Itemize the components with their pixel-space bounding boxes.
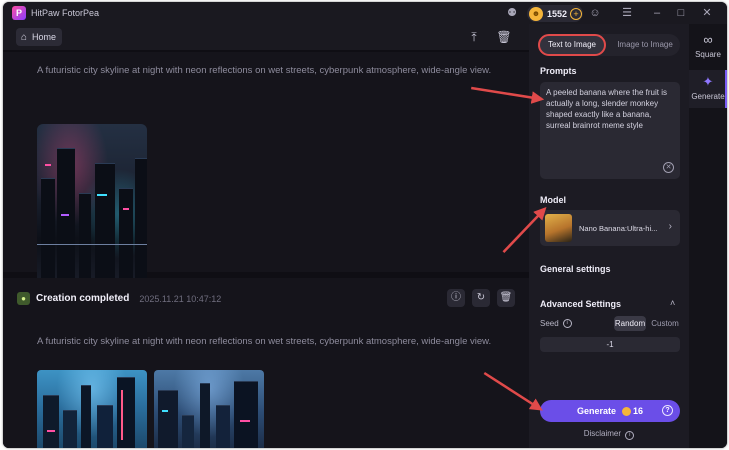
info-icon: i bbox=[625, 431, 635, 440]
status-row: ● Creation completed 2025.11.21 10:47:12 bbox=[17, 292, 221, 305]
prompt-text: A peeled banana where the fruit is actua… bbox=[546, 88, 667, 130]
rail-item-label: Generate bbox=[691, 92, 725, 101]
rail-item-generate[interactable]: ✦ Generate bbox=[689, 70, 727, 108]
disclaimer-link[interactable]: Disclaimer i bbox=[529, 429, 689, 440]
coin-icon bbox=[622, 406, 631, 416]
rail-item-square[interactable]: ∞ Square bbox=[689, 30, 727, 64]
card-prompt: A futuristic city skyline at night with … bbox=[37, 65, 492, 76]
generate-cost: 16 bbox=[633, 406, 644, 416]
help-icon[interactable]: ? bbox=[662, 405, 673, 416]
seed-label: Seed i bbox=[540, 319, 572, 328]
rail-item-label: Square bbox=[695, 50, 721, 59]
advanced-settings-title[interactable]: Advanced Settings bbox=[540, 299, 621, 309]
user-icon[interactable]: ☺ bbox=[588, 6, 602, 20]
active-indicator bbox=[725, 70, 727, 108]
discord-icon[interactable]: ⚉ bbox=[505, 6, 519, 20]
model-title: Model bbox=[540, 195, 566, 205]
right-rail: ∞ Square ✦ Generate bbox=[689, 24, 727, 448]
trash-icon[interactable]: 🗑 bbox=[496, 28, 512, 46]
seed-random-option[interactable]: Random bbox=[614, 316, 646, 331]
minimize-icon[interactable]: – bbox=[650, 6, 664, 20]
status-title: Creation completed bbox=[36, 293, 130, 304]
general-settings-title[interactable]: General settings bbox=[540, 264, 611, 274]
seed-value-field[interactable]: -1 bbox=[540, 337, 680, 352]
prompts-title: Prompts bbox=[540, 66, 577, 76]
info-icon[interactable]: i bbox=[562, 319, 572, 328]
grid-icon: ∞ bbox=[703, 32, 713, 47]
sparkle-icon: ✦ bbox=[702, 74, 714, 89]
generated-image[interactable] bbox=[37, 370, 147, 448]
coin-count: 1552 bbox=[547, 8, 568, 19]
main-area: ⌂ Home ⤒ 🗑 A futuristic city skyline at … bbox=[3, 24, 529, 448]
home-icon: ⌂ bbox=[21, 31, 28, 43]
close-icon[interactable]: ✕ bbox=[700, 6, 714, 20]
status-icon: ● bbox=[17, 292, 30, 305]
mode-switch: Text to Image Image to Image bbox=[538, 34, 680, 56]
chevron-right-icon: › bbox=[668, 221, 672, 232]
regenerate-icon[interactable]: ↻ bbox=[472, 289, 490, 307]
model-thumbnail bbox=[545, 214, 572, 242]
main-toolbar: ⌂ Home ⤒ 🗑 bbox=[3, 24, 529, 50]
tab-image-to-image[interactable]: Image to Image bbox=[610, 34, 680, 56]
generate-label: Generate bbox=[576, 406, 616, 416]
generated-image[interactable] bbox=[154, 370, 264, 448]
delete-icon[interactable]: 🗑 bbox=[497, 289, 515, 307]
tab-text-to-image[interactable]: Text to Image bbox=[538, 34, 606, 56]
coin-icon: ☻ bbox=[529, 6, 543, 21]
info-icon[interactable]: ⓘ bbox=[447, 289, 465, 307]
home-button[interactable]: ⌂ Home bbox=[16, 28, 63, 46]
plus-icon[interactable]: + bbox=[570, 7, 583, 20]
upload-icon[interactable]: ⤒ bbox=[466, 28, 482, 46]
seed-custom-option[interactable]: Custom bbox=[649, 316, 681, 331]
status-time: 2025.11.21 10:47:12 bbox=[139, 293, 222, 304]
title-bar: P HitPaw FotorPea ⚉ ☻ 1552 + ☺ ☰ – □ ✕ bbox=[3, 2, 727, 24]
creation-card-1: A futuristic city skyline at night with … bbox=[3, 52, 529, 288]
chevron-up-icon[interactable]: ˄ bbox=[670, 298, 675, 308]
maximize-icon[interactable]: □ bbox=[674, 6, 688, 20]
generated-image[interactable] bbox=[37, 124, 147, 288]
model-selector[interactable]: Nano Banana:Ultra-hi... › bbox=[540, 210, 680, 246]
app-title: HitPaw FotorPea bbox=[31, 8, 100, 18]
app-window: P HitPaw FotorPea ⚉ ☻ 1552 + ☺ ☰ – □ ✕ ⌂… bbox=[3, 2, 727, 448]
prompt-input[interactable]: A peeled banana where the fruit is actua… bbox=[540, 82, 680, 179]
clear-icon[interactable]: ✕ bbox=[663, 162, 674, 173]
home-label: Home bbox=[32, 32, 57, 42]
disclaimer-text: Disclaimer bbox=[583, 429, 622, 438]
settings-panel: Text to Image Image to Image Prompts A p… bbox=[529, 24, 689, 448]
generate-button[interactable]: Generate 16 ? bbox=[540, 400, 680, 422]
model-name: Nano Banana:Ultra-hi... bbox=[579, 224, 658, 233]
menu-icon[interactable]: ☰ bbox=[620, 6, 634, 20]
seed-label-text: Seed bbox=[540, 319, 559, 328]
creation-card-2: ● Creation completed 2025.11.21 10:47:12… bbox=[3, 278, 529, 448]
card-prompt: A futuristic city skyline at night with … bbox=[37, 336, 492, 347]
coin-balance[interactable]: ☻ 1552 + bbox=[527, 5, 583, 22]
app-logo: P bbox=[12, 6, 26, 20]
